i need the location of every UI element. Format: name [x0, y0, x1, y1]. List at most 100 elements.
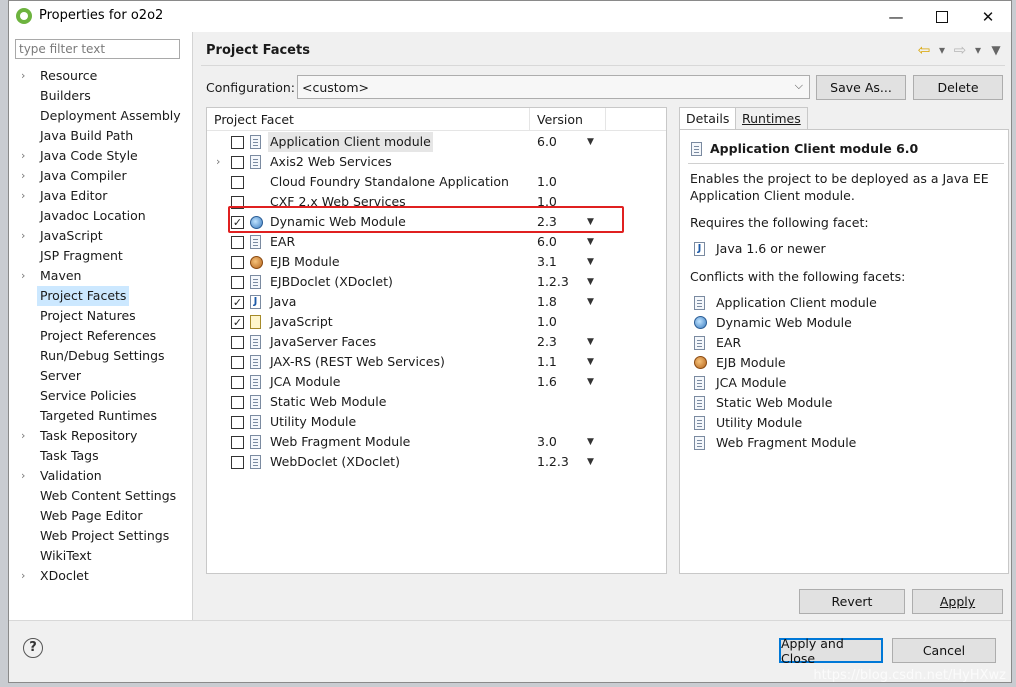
column-header-version[interactable]: Version — [537, 112, 583, 127]
tree-item[interactable]: Run/Debug Settings — [9, 346, 192, 366]
tree-item[interactable]: Task Tags — [9, 446, 192, 466]
chevron-right-icon[interactable]: › — [21, 266, 31, 286]
back-menu-chevron-icon[interactable]: ▾ — [935, 43, 949, 57]
version-dropdown-icon[interactable]: ▼ — [587, 452, 594, 472]
facet-row[interactable]: EJBDoclet (XDoclet) 1.2.3 ▼ — [207, 272, 666, 292]
facet-row[interactable]: ✓ J Java 1.8 ▼ — [207, 292, 666, 312]
delete-button[interactable]: Delete — [913, 75, 1003, 100]
tree-item[interactable]: Project Facets — [9, 286, 192, 306]
chevron-right-icon[interactable]: › — [21, 566, 31, 586]
chevron-right-icon[interactable]: › — [21, 186, 31, 206]
version-dropdown-icon[interactable]: ▼ — [587, 132, 594, 152]
tree-item[interactable]: Server — [9, 366, 192, 386]
tab-runtimes[interactable]: Runtimes — [735, 107, 808, 129]
filter-input[interactable] — [15, 39, 180, 59]
tree-item[interactable]: JSP Fragment — [9, 246, 192, 266]
close-button[interactable]: ✕ — [965, 1, 1011, 32]
facet-checkbox[interactable] — [231, 356, 244, 369]
facet-checkbox[interactable]: ✓ — [231, 296, 244, 309]
tree-item[interactable]: Project Natures — [9, 306, 192, 326]
tree-item-label: Server — [40, 368, 81, 383]
chevron-right-icon[interactable]: › — [21, 426, 31, 446]
tree-item[interactable]: Web Page Editor — [9, 506, 192, 526]
back-arrow-icon[interactable]: ⇦ — [917, 41, 931, 59]
facet-checkbox[interactable] — [231, 436, 244, 449]
chevron-right-icon[interactable]: › — [21, 146, 31, 166]
facet-row[interactable]: Web Fragment Module 3.0 ▼ — [207, 432, 666, 452]
configuration-select[interactable]: <custom> ⌵ — [297, 75, 810, 99]
facet-checkbox[interactable] — [231, 256, 244, 269]
version-dropdown-icon[interactable]: ▼ — [587, 292, 594, 312]
facet-checkbox[interactable] — [231, 416, 244, 429]
chevron-right-icon[interactable]: › — [21, 166, 31, 186]
apply-and-close-button[interactable]: Apply and Close — [779, 636, 883, 666]
tree-item[interactable]: Deployment Assembly — [9, 106, 192, 126]
tree-item[interactable]: Targeted Runtimes — [9, 406, 192, 426]
facet-checkbox[interactable] — [231, 336, 244, 349]
facet-row[interactable]: Application Client module 6.0 ▼ — [207, 132, 666, 152]
tab-details[interactable]: Details — [679, 107, 737, 130]
facet-row[interactable]: ✓ JavaScript 1.0 — [207, 312, 666, 332]
facet-checkbox[interactable]: ✓ — [231, 316, 244, 329]
version-dropdown-icon[interactable]: ▼ — [587, 272, 594, 292]
chevron-right-icon[interactable]: › — [216, 152, 220, 172]
tree-item[interactable]: WikiText — [9, 546, 192, 566]
cancel-button[interactable]: Cancel — [892, 638, 996, 663]
help-icon[interactable]: ? — [23, 638, 43, 658]
tree-item[interactable]: Project References — [9, 326, 192, 346]
facet-row[interactable]: JAX-RS (REST Web Services) 1.1 ▼ — [207, 352, 666, 372]
tree-item[interactable]: › XDoclet — [9, 566, 192, 586]
facet-row[interactable]: › Axis2 Web Services — [207, 152, 666, 172]
tree-item[interactable]: › Java Editor — [9, 186, 192, 206]
tree-item[interactable]: › Task Repository — [9, 426, 192, 446]
facet-checkbox[interactable] — [231, 236, 244, 249]
column-header-facet[interactable]: Project Facet — [214, 112, 294, 127]
save-as-button[interactable]: Save As... — [816, 75, 906, 100]
tree-item[interactable]: › Maven — [9, 266, 192, 286]
column-divider[interactable] — [605, 108, 606, 130]
facet-checkbox[interactable] — [231, 456, 244, 469]
facet-checkbox[interactable] — [231, 276, 244, 289]
chevron-right-icon[interactable]: › — [21, 66, 31, 86]
tree-item[interactable]: › JavaScript — [9, 226, 192, 246]
facet-row[interactable]: JCA Module 1.6 ▼ — [207, 372, 666, 392]
version-dropdown-icon[interactable]: ▼ — [587, 372, 594, 392]
chevron-right-icon[interactable]: › — [21, 226, 31, 246]
version-dropdown-icon[interactable]: ▼ — [587, 252, 594, 272]
facet-checkbox[interactable] — [231, 136, 244, 149]
facet-checkbox[interactable] — [231, 396, 244, 409]
view-menu-icon[interactable]: ▼ — [989, 43, 1003, 57]
minimize-button[interactable]: — — [873, 1, 919, 32]
tree-item[interactable]: Service Policies — [9, 386, 192, 406]
facet-checkbox[interactable] — [231, 376, 244, 389]
version-dropdown-icon[interactable]: ▼ — [587, 432, 594, 452]
tree-item[interactable]: Web Project Settings — [9, 526, 192, 546]
forward-arrow-icon[interactable]: ⇨ — [953, 41, 967, 59]
version-dropdown-icon[interactable]: ▼ — [587, 352, 594, 372]
column-divider[interactable] — [529, 108, 530, 130]
tree-item[interactable]: › Java Code Style — [9, 146, 192, 166]
tree-item[interactable]: Javadoc Location — [9, 206, 192, 226]
revert-button[interactable]: Revert — [799, 589, 905, 614]
facet-row[interactable]: Utility Module — [207, 412, 666, 432]
maximize-button[interactable] — [919, 1, 965, 32]
facet-checkbox[interactable] — [231, 176, 244, 189]
facet-row[interactable]: EJB Module 3.1 ▼ — [207, 252, 666, 272]
tree-item[interactable]: › Java Compiler — [9, 166, 192, 186]
facet-row[interactable]: JavaServer Faces 2.3 ▼ — [207, 332, 666, 352]
facet-row[interactable]: EAR 6.0 ▼ — [207, 232, 666, 252]
version-dropdown-icon[interactable]: ▼ — [587, 232, 594, 252]
version-dropdown-icon[interactable]: ▼ — [587, 332, 594, 352]
tree-item[interactable]: › Resource — [9, 66, 192, 86]
facet-row[interactable]: Static Web Module — [207, 392, 666, 412]
facet-row[interactable]: Cloud Foundry Standalone Application 1.0 — [207, 172, 666, 192]
tree-item[interactable]: Web Content Settings — [9, 486, 192, 506]
forward-menu-chevron-icon[interactable]: ▾ — [971, 43, 985, 57]
tree-item[interactable]: › Validation — [9, 466, 192, 486]
tree-item[interactable]: Builders — [9, 86, 192, 106]
tree-item[interactable]: Java Build Path — [9, 126, 192, 146]
apply-button[interactable]: Apply — [912, 589, 1003, 614]
facet-checkbox[interactable] — [231, 156, 244, 169]
chevron-right-icon[interactable]: › — [21, 466, 31, 486]
facet-row[interactable]: WebDoclet (XDoclet) 1.2.3 ▼ — [207, 452, 666, 472]
